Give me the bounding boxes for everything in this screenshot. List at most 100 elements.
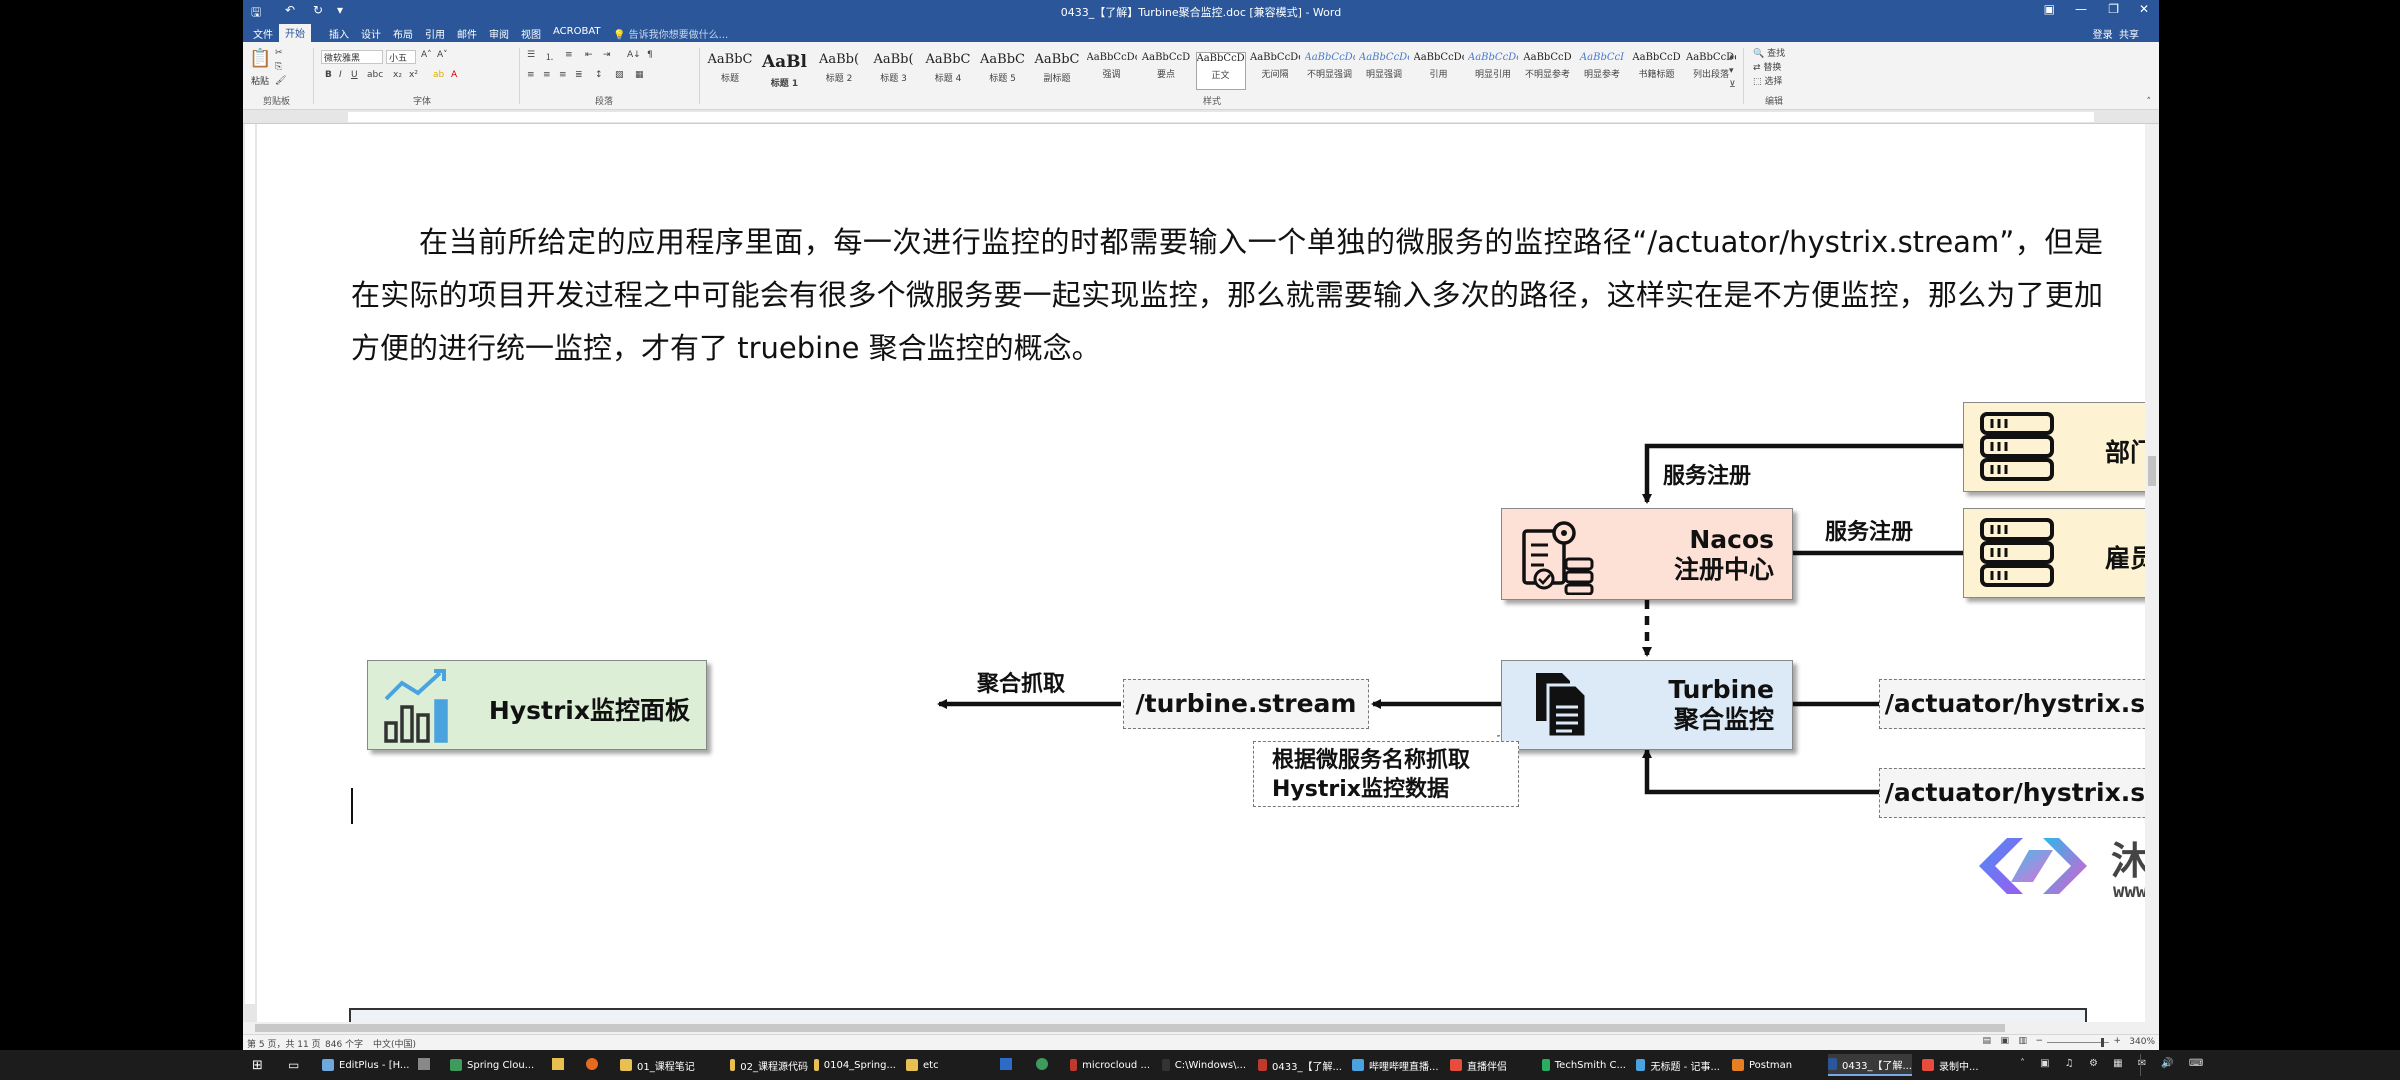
numbering-icon[interactable]: ⒈	[545, 50, 554, 63]
print-layout-icon[interactable]: ▣	[2000, 1036, 2009, 1046]
task-view-icon[interactable]: ▭	[288, 1058, 299, 1072]
taskbar-item[interactable]: 无标题 - 记事...	[1636, 1054, 1720, 1076]
bold-icon[interactable]: B	[325, 70, 332, 80]
style-item[interactable]: AaBbC 副标题	[1032, 52, 1082, 90]
justify-icon[interactable]: ≣	[575, 70, 583, 80]
taskbar-item[interactable]: C:\Windows\...	[1162, 1054, 1246, 1076]
multilevel-list-icon[interactable]: ≡	[565, 50, 573, 60]
language-indicator[interactable]: 中文(中国)	[373, 1037, 416, 1050]
bullets-icon[interactable]: ☰	[527, 50, 535, 60]
taskbar-item[interactable]: TechSmith C...	[1542, 1054, 1626, 1076]
align-center-icon[interactable]: ≡	[543, 70, 551, 80]
ribbon-display-icon[interactable]: ▣	[2044, 2, 2055, 16]
login-link[interactable]: 登录	[2093, 30, 2113, 41]
select-button[interactable]: ⬚ 选择	[1753, 74, 1782, 87]
format-painter-icon[interactable]: 🖌	[275, 76, 286, 86]
style-item[interactable]: AaBbCcDc 不明显强调	[1305, 52, 1355, 90]
paste-button[interactable]: 📋 粘贴	[249, 48, 271, 87]
zoom-slider[interactable]	[2047, 1038, 2109, 1047]
taskbar-item[interactable]: 02_课程源代码	[730, 1054, 808, 1076]
page-counter[interactable]: 第 5 页，共 11 页	[247, 1037, 321, 1050]
italic-icon[interactable]: I	[339, 70, 342, 80]
style-item[interactable]: AaBbCcDc 正文	[1195, 52, 1246, 90]
taskbar-item[interactable]: 01_课程笔记	[620, 1054, 704, 1076]
shading-icon[interactable]: ▨	[615, 70, 624, 80]
tab-layout[interactable]: 布局	[387, 25, 419, 42]
tell-me-search[interactable]: 💡 告诉我你想要做什么...	[613, 26, 728, 41]
restore-icon[interactable]: ❐	[2108, 2, 2119, 16]
firefox-icon[interactable]	[586, 1058, 598, 1070]
photoshop-icon[interactable]	[1000, 1058, 1012, 1070]
style-item[interactable]: AaBb(标题 2	[814, 52, 864, 90]
borders-icon[interactable]: ▦	[635, 70, 644, 80]
replace-button[interactable]: ⇄ 替换	[1753, 60, 1781, 73]
share-button[interactable]: 共享	[2119, 30, 2139, 41]
chrome-small-icon[interactable]	[1036, 1058, 1048, 1070]
taskbar-item[interactable]: 录制中...	[1922, 1054, 2000, 1076]
taskbar-item[interactable]: etc	[906, 1054, 946, 1076]
tab-home[interactable]: 开始	[279, 24, 311, 42]
tray-icons[interactable]: ˄ ▣ ♫ ⚙ ▦ ✉ 🔊 ⌨	[2020, 1058, 2209, 1069]
account-area[interactable]: 登录 共享	[2093, 26, 2139, 41]
underline-icon[interactable]: U	[351, 70, 358, 80]
sort-icon[interactable]: A↓	[627, 50, 641, 60]
style-item[interactable]: AaBbC 标题	[705, 52, 755, 90]
increase-indent-icon[interactable]: ⇥	[603, 50, 611, 60]
app-icon-generic[interactable]	[418, 1058, 430, 1070]
word-count[interactable]: 846 个字	[325, 1037, 363, 1050]
style-item[interactable]: AaBbC 标题 5	[978, 52, 1028, 90]
align-left-icon[interactable]: ≡	[527, 70, 535, 80]
styles-scroll-up-icon[interactable]: ▴	[1729, 52, 1734, 62]
taskbar-item[interactable]: 0433_【了解...	[1258, 1054, 1342, 1076]
align-right-icon[interactable]: ≡	[559, 70, 567, 80]
tab-file[interactable]: 文件	[247, 25, 279, 42]
show-desktop-button[interactable]	[2140, 1054, 2144, 1076]
scrollbar-thumb[interactable]	[2148, 456, 2156, 486]
strikethrough-icon[interactable]: abc	[367, 70, 383, 80]
taskbar-item[interactable]: 直播伴侣	[1450, 1054, 1530, 1076]
zoom-level[interactable]: 340%	[2129, 1037, 2155, 1047]
style-item[interactable]: AaBbCcDc 强调	[1087, 52, 1137, 90]
zoom-out-icon[interactable]: −	[2035, 1036, 2043, 1046]
taskbar-item[interactable]: 哔哩哔哩直播...	[1352, 1054, 1440, 1076]
style-item[interactable]: AaBbCcDc 无间隔	[1250, 52, 1300, 90]
zoom-slider-thumb[interactable]	[2101, 1038, 2104, 1047]
tab-review[interactable]: 审阅	[483, 25, 515, 42]
show-marks-icon[interactable]: ¶	[647, 50, 653, 60]
tab-acrobat[interactable]: ACROBAT	[547, 25, 607, 38]
subscript-icon[interactable]: x₂	[393, 70, 402, 80]
tab-design[interactable]: 设计	[355, 25, 387, 42]
style-item[interactable]: AaBbCcD 不明显参考	[1523, 52, 1573, 90]
taskbar-item[interactable]: 0433_【了解...	[1828, 1054, 1912, 1076]
vertical-scrollbar[interactable]	[2145, 124, 2159, 1034]
styles-scroll-down-icon[interactable]: ▾	[1729, 66, 1734, 76]
font-name-select[interactable]: 微软雅黑	[321, 50, 383, 64]
find-button[interactable]: 🔍 查找	[1753, 46, 1785, 59]
style-item[interactable]: AaBbC 标题 4	[923, 52, 973, 90]
taskbar-item[interactable]: Spring Clou...	[450, 1054, 536, 1076]
font-grow-icon[interactable]: A˄	[421, 50, 432, 60]
taskbar-item[interactable]: Postman	[1732, 1054, 1812, 1076]
zoom-in-icon[interactable]: +	[2113, 1036, 2121, 1046]
font-color-icon[interactable]: A	[451, 70, 457, 80]
tab-view[interactable]: 视图	[515, 25, 547, 42]
taskbar-item[interactable]: microcloud ...	[1070, 1054, 1150, 1076]
style-item[interactable]: AaBb(标题 3	[869, 52, 919, 90]
cut-icon[interactable]: ✂	[275, 48, 283, 58]
horizontal-ruler[interactable]	[243, 110, 2159, 124]
style-item[interactable]: AaBbCcDc 明显强调	[1359, 52, 1409, 90]
style-item[interactable]: AaBbCcI 明显参考	[1577, 52, 1627, 90]
h-scrollbar-thumb[interactable]	[255, 1024, 2005, 1032]
read-mode-icon[interactable]: ▤	[1982, 1036, 1991, 1046]
style-item[interactable]: AaBbCcD 要点	[1141, 52, 1191, 90]
folder-app-icon[interactable]	[552, 1058, 564, 1070]
copy-icon[interactable]: ⎘	[275, 62, 282, 72]
horizontal-scrollbar[interactable]	[243, 1022, 2145, 1034]
styles-more-icon[interactable]: ⊻	[1729, 80, 1736, 90]
close-icon[interactable]: ✕	[2139, 2, 2149, 16]
superscript-icon[interactable]: x²	[409, 70, 418, 80]
style-item[interactable]: AaBbCcDc 明显引用	[1468, 52, 1518, 90]
font-shrink-icon[interactable]: A˅	[437, 50, 448, 60]
document-page[interactable]: 在当前所给定的应用程序里面，每一次进行监控的时都需要输入一个单独的微服务的监控路…	[257, 124, 2159, 1024]
taskbar-item[interactable]: EditPlus - [H...	[322, 1054, 410, 1076]
